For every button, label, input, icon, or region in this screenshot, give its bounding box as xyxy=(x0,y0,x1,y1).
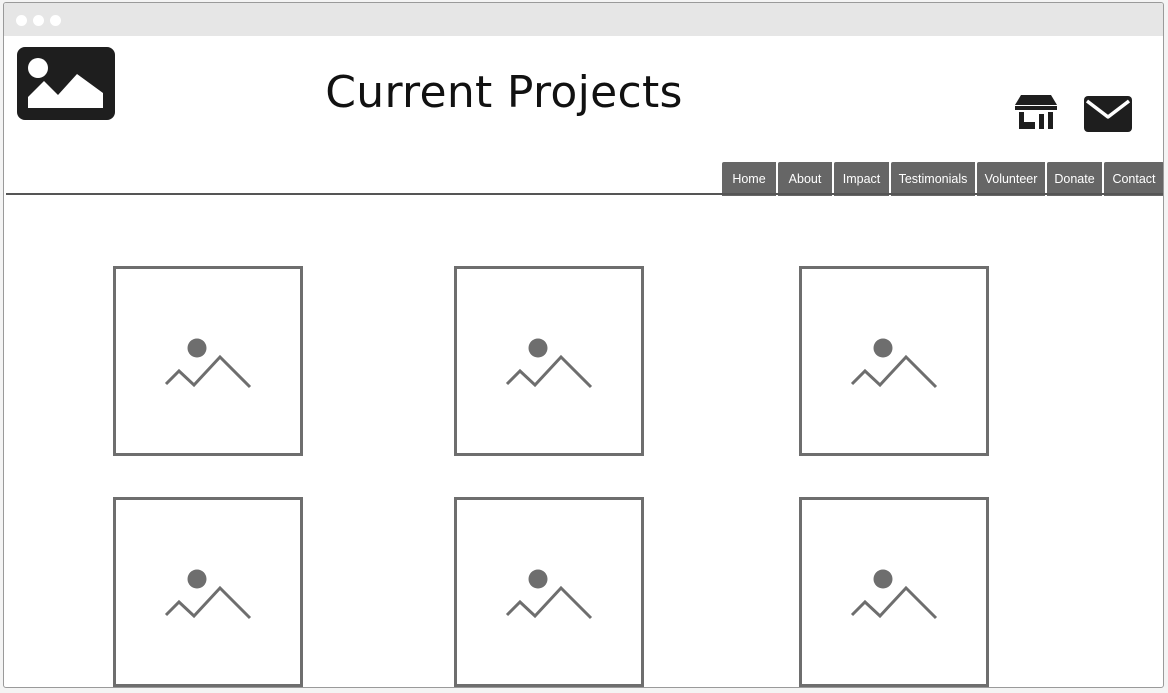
project-thumbnail[interactable] xyxy=(454,497,644,687)
project-thumbnail[interactable] xyxy=(454,266,644,456)
main-nav: Home About Impact Testimonials Volunteer… xyxy=(722,162,1163,196)
window-control-dot[interactable] xyxy=(50,15,61,26)
image-placeholder-icon xyxy=(505,569,593,620)
nav-item-about[interactable]: About xyxy=(778,162,834,196)
image-placeholder-icon xyxy=(850,569,938,620)
nav-item-impact[interactable]: Impact xyxy=(834,162,891,196)
logo-image-placeholder-icon[interactable] xyxy=(17,47,115,120)
header-divider xyxy=(6,193,1163,195)
storefront-icon[interactable] xyxy=(1015,95,1057,131)
project-thumbnail[interactable] xyxy=(113,497,303,687)
nav-item-testimonials[interactable]: Testimonials xyxy=(891,162,977,196)
envelope-icon[interactable] xyxy=(1084,96,1132,132)
project-thumbnail[interactable] xyxy=(799,497,989,687)
project-thumbnail[interactable] xyxy=(799,266,989,456)
window-titlebar xyxy=(4,3,1163,36)
image-placeholder-icon xyxy=(850,338,938,389)
image-placeholder-icon xyxy=(505,338,593,389)
window-control-dot[interactable] xyxy=(16,15,27,26)
nav-item-home[interactable]: Home xyxy=(722,162,778,196)
window-control-dot[interactable] xyxy=(33,15,44,26)
image-placeholder-icon xyxy=(164,338,252,389)
nav-item-contact[interactable]: Contact xyxy=(1104,162,1163,196)
project-thumbnail[interactable] xyxy=(113,266,303,456)
nav-item-volunteer[interactable]: Volunteer xyxy=(977,162,1047,196)
image-placeholder-icon xyxy=(164,569,252,620)
page-title: Current Projects xyxy=(325,67,683,118)
browser-window: Current Projects Home About Impact Testi… xyxy=(3,2,1164,688)
nav-item-donate[interactable]: Donate xyxy=(1047,162,1104,196)
